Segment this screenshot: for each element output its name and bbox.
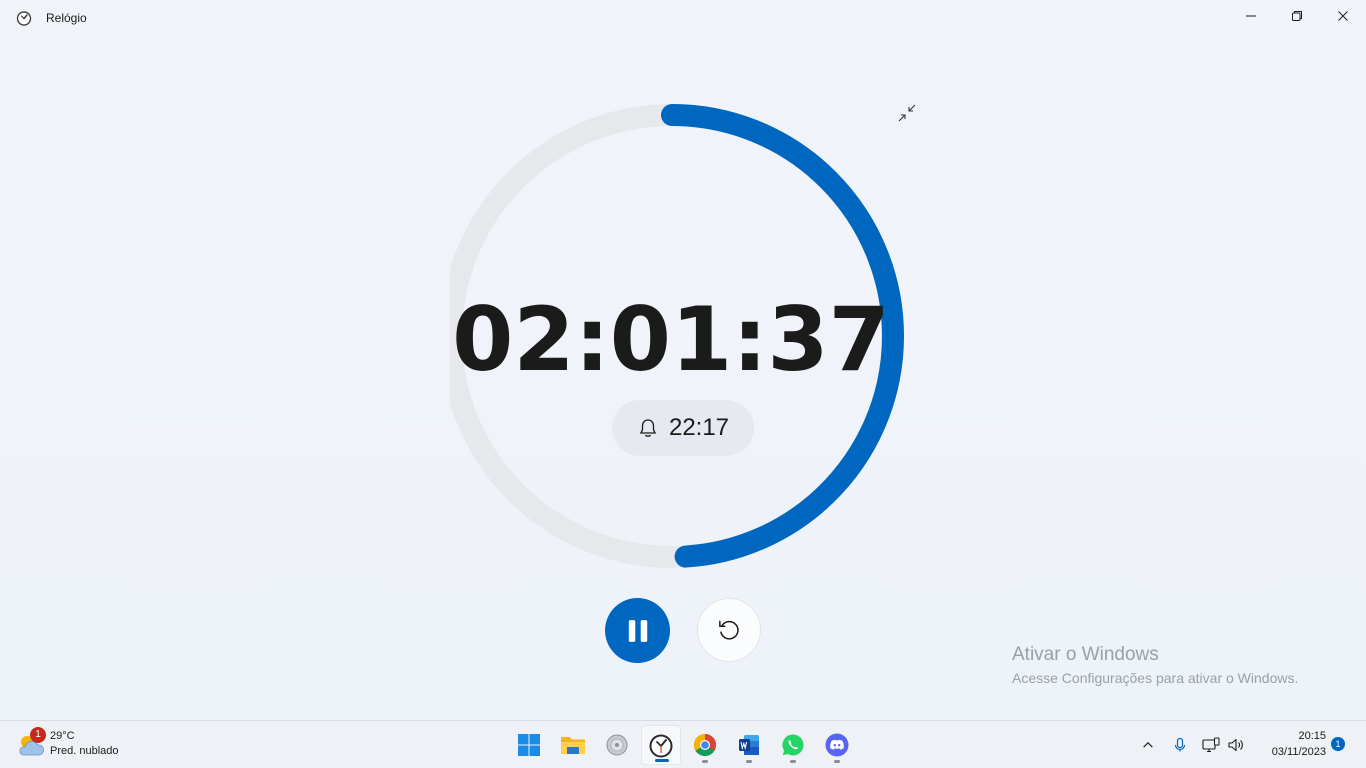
volume-tray-button[interactable]: [1224, 733, 1248, 757]
timer-remaining-time: 02:01:37: [452, 288, 890, 391]
minimize-icon: [1246, 15, 1256, 17]
weather-temperature: 29°C: [50, 730, 75, 742]
close-icon: [1338, 11, 1348, 21]
title-bar: Relógio: [0, 0, 1366, 36]
running-indicator: [702, 760, 708, 763]
reset-button[interactable]: [697, 598, 761, 662]
collapse-button[interactable]: [896, 102, 918, 124]
windows-start-icon: [518, 734, 540, 756]
chevron-up-icon: [1143, 742, 1153, 748]
start-button[interactable]: [509, 725, 549, 765]
network-icon: [1202, 737, 1220, 753]
pause-icon: [628, 619, 647, 642]
window-title: Relógio: [46, 11, 87, 25]
close-button[interactable]: [1320, 0, 1366, 32]
microphone-icon: [1174, 737, 1186, 752]
show-hidden-icons-button[interactable]: [1136, 733, 1160, 757]
disc-icon: [606, 734, 628, 756]
taskbar-clock[interactable]: 20:15 03/11/2023: [1256, 728, 1326, 760]
whatsapp-icon: [782, 734, 804, 756]
watermark-title: Ativar o Windows: [1012, 644, 1159, 665]
running-indicator: [790, 760, 796, 763]
folder-icon: [561, 737, 585, 754]
whatsapp-button[interactable]: [773, 725, 813, 765]
discord-button[interactable]: [817, 725, 857, 765]
chrome-icon: [694, 734, 716, 756]
chrome-button[interactable]: [685, 725, 725, 765]
speaker-icon: [1228, 738, 1243, 752]
clock-app-icon: [16, 10, 32, 26]
disc-app-button[interactable]: [597, 725, 637, 765]
minimize-button[interactable]: [1228, 0, 1274, 32]
running-indicator: [746, 760, 752, 763]
clock-taskbar-button[interactable]: [641, 725, 681, 765]
taskbar: 1 29°C Pred. nublado 20:15 03/11/2023 1: [0, 720, 1366, 768]
watermark-subtitle: Acesse Configurações para ativar o Windo…: [1012, 670, 1299, 686]
active-indicator: [655, 759, 669, 762]
restore-icon: [1292, 11, 1302, 21]
microphone-tray-button[interactable]: [1168, 733, 1192, 757]
weather-alert-badge: 1: [30, 727, 46, 743]
word-button[interactable]: [729, 725, 769, 765]
clock-date: 03/11/2023: [1271, 746, 1326, 758]
clock-app-icon: [649, 734, 673, 758]
collapse-icon: [898, 104, 916, 122]
reset-icon: [719, 620, 739, 640]
pause-button[interactable]: [605, 598, 670, 663]
bell-icon: [640, 419, 656, 437]
clock-time: 20:15: [1298, 730, 1326, 742]
running-indicator: [834, 760, 840, 763]
alarm-end-time: 22:17: [612, 400, 754, 456]
network-tray-button[interactable]: [1199, 733, 1223, 757]
file-explorer-button[interactable]: [553, 725, 593, 765]
weather-widget[interactable]: 1 29°C Pred. nublado: [16, 727, 156, 761]
weather-description: Pred. nublado: [50, 745, 119, 757]
activation-watermark: Ativar o Windows Acesse Configurações pa…: [1012, 644, 1298, 686]
restore-button[interactable]: [1274, 0, 1320, 32]
notification-badge[interactable]: 1: [1331, 737, 1345, 751]
alarm-time-label: 22:17: [668, 414, 730, 441]
discord-icon: [825, 733, 849, 757]
word-icon: [739, 735, 759, 755]
clock-app-window: Relógio 02:01:37 22:17 Ativar o Windows …: [0, 0, 1366, 720]
